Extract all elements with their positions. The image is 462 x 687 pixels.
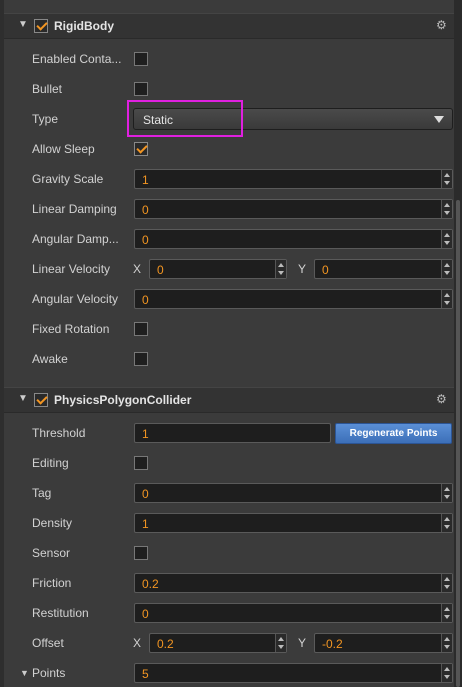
offset-x-label: X [133, 636, 142, 650]
stepper-icon[interactable] [441, 170, 452, 188]
angular-velocity-label: Angular Velocity [32, 292, 119, 306]
fixed-rotation-label: Fixed Rotation [32, 322, 110, 336]
stepper-icon[interactable] [441, 574, 452, 592]
density-input[interactable]: 1 [134, 513, 453, 533]
offset-y-value: -0.2 [322, 637, 343, 651]
tag-label: Tag [32, 486, 52, 500]
restitution-label: Restitution [32, 606, 89, 620]
linear-velocity-x-input[interactable]: 0 [149, 259, 287, 279]
allow-sleep-checkbox[interactable] [134, 142, 148, 156]
gravity-scale-input[interactable]: 1 [134, 169, 453, 189]
friction-value: 0.2 [142, 577, 159, 591]
linear-velocity-x-label: X [133, 262, 142, 276]
linear-velocity-y-value: 0 [322, 263, 329, 277]
sensor-label: Sensor [32, 546, 71, 560]
linear-velocity-y-input[interactable]: 0 [314, 259, 453, 279]
inspector-panel: ▼ RigidBody ⚙ Enabled Conta... Bullet Ty… [0, 0, 454, 687]
enabled-contact-checkbox[interactable] [134, 52, 148, 66]
points-input[interactable]: 5 [134, 663, 453, 683]
offset-y-input[interactable]: -0.2 [314, 633, 453, 653]
rigidbody-header[interactable]: ▼ RigidBody ⚙ [4, 13, 454, 39]
threshold-label: Threshold [32, 426, 86, 440]
offset-label: Offset [32, 636, 64, 650]
stepper-icon[interactable] [441, 230, 452, 248]
stepper-icon[interactable] [441, 200, 452, 218]
stepper-icon[interactable] [441, 484, 452, 502]
stepper-icon[interactable] [275, 634, 286, 652]
friction-input[interactable]: 0.2 [134, 573, 453, 593]
linear-velocity-x-value: 0 [157, 263, 164, 277]
angular-damping-label: Angular Damp... [32, 232, 119, 246]
angular-velocity-value: 0 [142, 293, 149, 307]
collapse-arrow-icon[interactable]: ▼ [18, 393, 28, 404]
editing-label: Editing [32, 456, 69, 470]
stepper-icon[interactable] [441, 664, 452, 682]
allow-sleep-label: Allow Sleep [32, 142, 95, 156]
stepper-icon[interactable] [441, 514, 452, 532]
gear-icon[interactable]: ⚙ [436, 392, 447, 406]
gravity-scale-label: Gravity Scale [32, 172, 104, 186]
stepper-icon[interactable] [441, 604, 452, 622]
offset-y-label: Y [298, 636, 307, 650]
sensor-checkbox[interactable] [134, 546, 148, 560]
stepper-icon[interactable] [441, 634, 452, 652]
rigidbody-title: RigidBody [54, 19, 114, 33]
restitution-input[interactable]: 0 [134, 603, 453, 623]
collapse-arrow-icon[interactable]: ▼ [18, 19, 28, 30]
scrollbar[interactable] [454, 0, 462, 687]
collider-enabled-checkbox[interactable] [34, 393, 48, 407]
density-value: 1 [142, 517, 149, 531]
stepper-icon[interactable] [441, 290, 452, 308]
regenerate-points-button[interactable]: Regenerate Points [335, 423, 452, 444]
linear-damping-input[interactable]: 0 [134, 199, 453, 219]
points-value: 5 [142, 667, 149, 681]
awake-checkbox[interactable] [134, 352, 148, 366]
density-label: Density [32, 516, 73, 530]
fixed-rotation-checkbox[interactable] [134, 322, 148, 336]
panel-edge [0, 0, 4, 687]
angular-damping-value: 0 [142, 233, 149, 247]
gear-icon[interactable]: ⚙ [436, 18, 447, 32]
collider-header[interactable]: ▼ PhysicsPolygonCollider ⚙ [4, 387, 454, 413]
tag-value: 0 [142, 487, 149, 501]
gravity-scale-value: 1 [142, 173, 149, 187]
collider-title: PhysicsPolygonCollider [54, 393, 192, 407]
awake-label: Awake [32, 352, 68, 366]
stepper-icon[interactable] [275, 260, 286, 278]
bullet-checkbox[interactable] [134, 82, 148, 96]
points-expand-arrow-icon[interactable]: ▼ [20, 668, 29, 678]
threshold-input[interactable]: 1 [134, 423, 331, 443]
linear-velocity-label: Linear Velocity [32, 262, 111, 276]
linear-velocity-y-label: Y [298, 262, 307, 276]
editing-checkbox[interactable] [134, 456, 148, 470]
linear-damping-value: 0 [142, 203, 149, 217]
restitution-value: 0 [142, 607, 149, 621]
offset-x-input[interactable]: 0.2 [149, 633, 287, 653]
bullet-label: Bullet [32, 82, 63, 96]
linear-damping-label: Linear Damping [32, 202, 117, 216]
enabled-contact-label: Enabled Conta... [32, 52, 122, 66]
dropdown-caret-icon [434, 116, 444, 123]
offset-x-value: 0.2 [157, 637, 174, 651]
points-label: Points [32, 666, 66, 680]
highlight-box [127, 100, 243, 137]
angular-damping-input[interactable]: 0 [134, 229, 453, 249]
angular-velocity-input[interactable]: 0 [134, 289, 453, 309]
friction-label: Friction [32, 576, 72, 590]
stepper-icon[interactable] [441, 260, 452, 278]
threshold-value: 1 [142, 427, 149, 441]
type-label: Type [32, 112, 59, 126]
tag-input[interactable]: 0 [134, 483, 453, 503]
rigidbody-enabled-checkbox[interactable] [34, 19, 48, 33]
scrollbar-thumb[interactable] [456, 200, 460, 687]
